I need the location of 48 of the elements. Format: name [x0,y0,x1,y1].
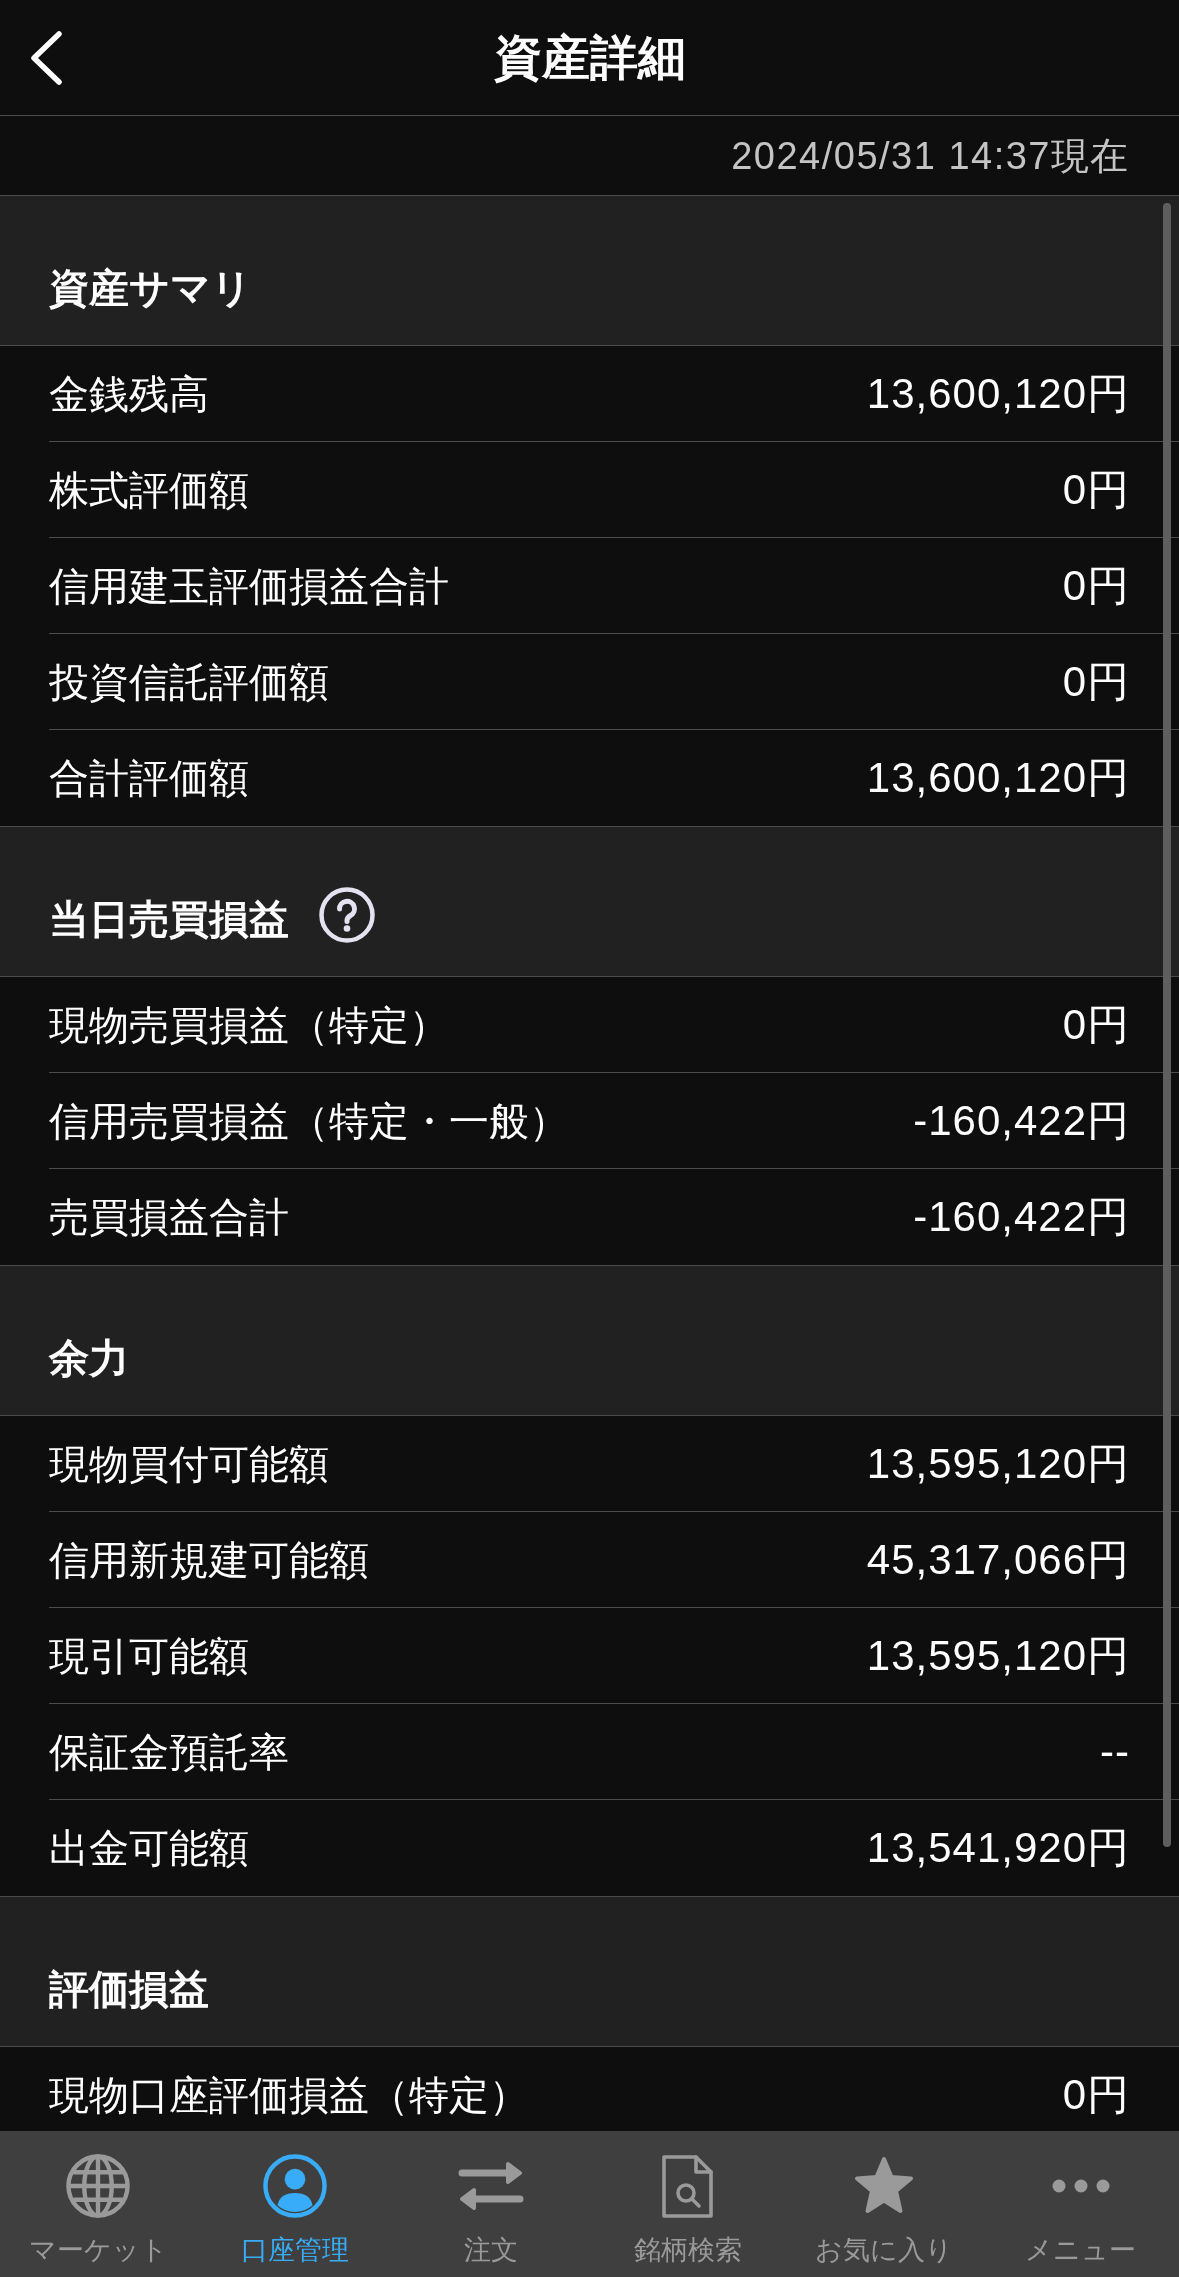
row-label: 現物口座評価損益（特定） [49,2075,529,2115]
row-value: 13,600,120円 [866,757,1130,799]
section-title: 当日売買損益 [49,899,289,943]
person-icon [261,2153,328,2219]
nav-tab[interactable]: 口座管理 [196,2131,393,2277]
section-title: 資産サマリ [49,268,252,312]
row-label: 現物売買損益（特定） [49,1004,449,1045]
section-title: 評価損益 [49,1969,209,2013]
row-label: 金銭残高 [49,373,209,414]
nav-tab[interactable]: 注文 [393,2131,590,2277]
row-value: -160,422円 [913,1099,1130,1142]
row-value: 13,595,120円 [866,1442,1130,1485]
row-value: -160,422円 [913,1196,1130,1238]
row-value: 13,600,120円 [866,372,1130,415]
help-icon[interactable] [319,887,375,943]
page-title: 資産詳細 [493,33,686,82]
row-value: 0円 [1062,564,1130,607]
row-label: 保証金預託率 [49,1731,289,1772]
more-dots-icon [1051,2179,1110,2193]
row-value: 0円 [1062,468,1130,511]
row-value: 45,317,066円 [866,1538,1130,1581]
row-value: 13,541,920円 [866,1827,1130,1869]
section-title: 余力 [49,1338,129,1382]
timestamp: 2024/05/31 14:37現在 [731,136,1130,175]
row-value: 0円 [1062,1003,1130,1046]
row-value: 0円 [1062,2074,1130,2116]
row-label: 信用新規建可能額 [49,1539,369,1580]
row-label: 信用建玉評価損益合計 [49,565,449,606]
row-label: 投資信託評価額 [49,661,329,702]
row-label: 信用売買損益（特定・一般） [49,1100,569,1141]
nav-tab[interactable]: メニュー [982,2131,1179,2277]
star-icon [853,2156,916,2216]
row-label: 売買損益合計 [49,1197,289,1237]
back-chevron-icon [28,29,64,86]
row-value: -- [1100,1730,1130,1773]
nav-tab[interactable]: 銘柄検索 [589,2131,786,2277]
row-label: 合計評価額 [49,758,249,798]
nav-tab[interactable]: マーケット [0,2131,197,2277]
globe-icon [65,2153,132,2219]
scrollbar-thumb[interactable] [1163,203,1171,1847]
row-label: 現引可能額 [49,1635,249,1676]
nav-tab[interactable]: お気に入り [786,2131,983,2277]
row-label: 出金可能額 [49,1828,249,1868]
row-label: 株式評価額 [49,469,249,510]
row-value: 13,595,120円 [866,1634,1130,1677]
document-search-icon [660,2152,716,2220]
row-label: 現物買付可能額 [49,1443,329,1484]
row-value: 0円 [1062,660,1130,703]
